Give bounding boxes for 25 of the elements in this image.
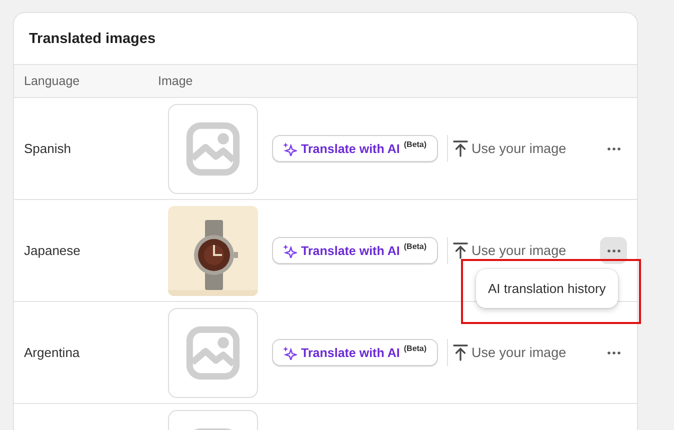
language-cell: Japanese (24, 242, 80, 258)
sparkle-icon (283, 142, 297, 156)
use-your-image-button[interactable]: Use your image (452, 242, 566, 259)
translate-with-ai-button[interactable]: Translate with AI $^{(Beta)}$ (272, 339, 438, 366)
card-title: Translated images (28, 30, 157, 49)
image-icon (185, 120, 241, 176)
more-icon (606, 350, 620, 354)
upload-icon (452, 140, 468, 157)
language-cell: Argentina (24, 344, 80, 360)
upload-icon (452, 344, 468, 361)
language-cell: Spanish (24, 140, 71, 156)
upload-icon (452, 242, 468, 259)
sparkle-icon (283, 346, 297, 360)
menu-item[interactable]: AI translation history (482, 275, 612, 302)
image-icon (185, 324, 241, 380)
sparkle-icon (283, 244, 297, 258)
more-actions-button[interactable] (600, 237, 627, 264)
more-icon (606, 146, 620, 150)
more-icon (606, 248, 620, 252)
translate-with-ai-button[interactable]: Translate with AI $^{(Beta)}$ (272, 135, 438, 162)
column-header: Image (158, 74, 193, 88)
column-header: Language (23, 74, 81, 88)
use-your-image-button[interactable]: Use your image (452, 344, 566, 361)
translate-with-ai-button[interactable]: Translate with AI $^{(Beta)}$ (272, 237, 438, 264)
use-your-image-button[interactable]: Use your image (452, 140, 566, 157)
